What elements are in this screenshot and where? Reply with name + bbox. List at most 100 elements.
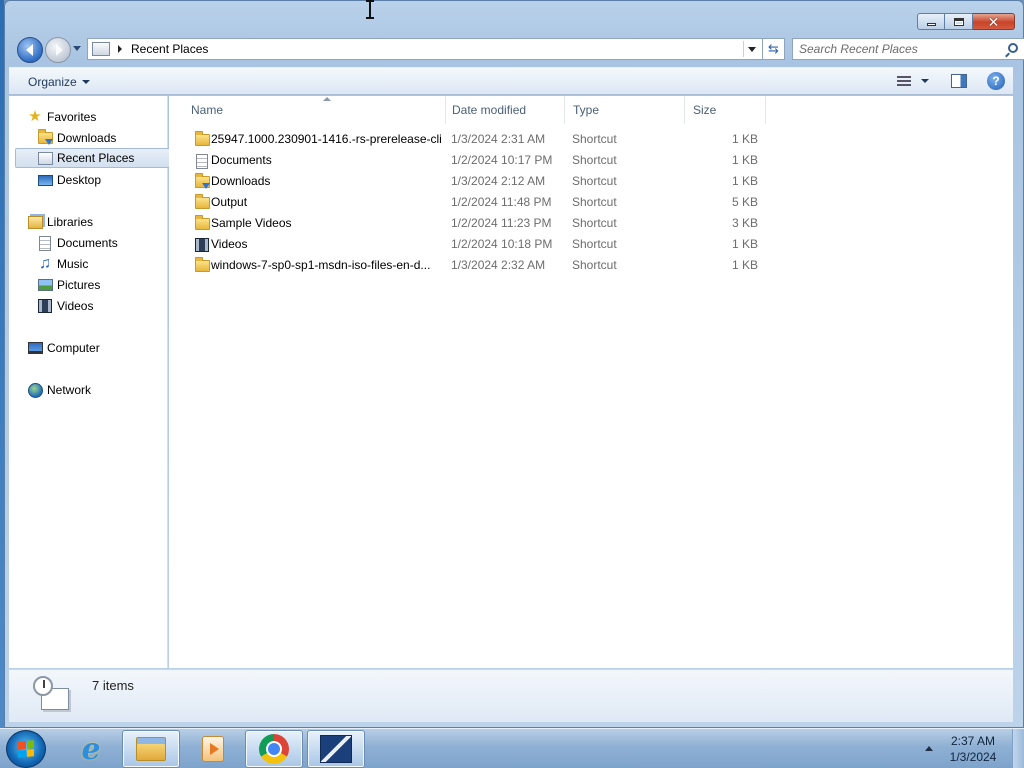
help-glyph: ? xyxy=(992,74,1000,88)
nav-favorites[interactable]: ★ Favorites xyxy=(27,107,96,127)
folder-icon xyxy=(194,215,210,232)
downloads-folder-icon xyxy=(194,173,210,190)
column-header-label: Size xyxy=(693,103,717,117)
nav-network[interactable]: Network xyxy=(27,380,91,400)
star-icon: ★ xyxy=(28,108,42,125)
file-size: 1 KB xyxy=(731,237,758,251)
show-desktop-button[interactable] xyxy=(1012,729,1024,768)
start-button[interactable] xyxy=(6,730,46,768)
file-type: Shortcut xyxy=(572,237,617,251)
back-button[interactable] xyxy=(17,37,43,63)
file-row[interactable]: Output 1/2/2024 11:48 PM Shortcut 5 KB xyxy=(185,192,765,213)
file-name: Output xyxy=(211,195,248,209)
folder-icon xyxy=(194,257,210,274)
nav-item-documents[interactable]: Documents xyxy=(37,233,118,253)
file-date-modified: 1/3/2024 2:32 AM xyxy=(451,258,546,272)
back-arrow-icon xyxy=(25,44,33,56)
breadcrumb-chevron-icon[interactable] xyxy=(118,45,122,53)
file-row[interactable]: windows-7-sp0-sp1-msdn-iso-files-en-d...… xyxy=(185,255,765,276)
nav-item-pictures[interactable]: Pictures xyxy=(37,275,100,295)
refresh-icon: ⇆ xyxy=(768,41,779,56)
nav-item-label: Downloads xyxy=(57,131,117,145)
desktop-icon xyxy=(37,172,53,188)
document-icon xyxy=(194,153,210,169)
file-row[interactable]: Videos 1/2/2024 10:18 PM Shortcut 1 KB xyxy=(185,234,765,255)
file-date-modified: 1/3/2024 2:12 AM xyxy=(451,174,546,188)
column-header-label: Name xyxy=(191,103,224,117)
forward-button[interactable] xyxy=(45,37,71,63)
recent-pages-dropdown[interactable] xyxy=(73,46,81,51)
organize-button[interactable]: Organize xyxy=(28,75,90,89)
pictures-icon xyxy=(37,277,53,293)
file-name: 25947.1000.230901-1416.-rs-prerelease-cl… xyxy=(211,132,443,146)
maximize-button[interactable] xyxy=(945,13,973,30)
recent-places-large-icon xyxy=(31,676,71,716)
help-icon[interactable]: ? xyxy=(987,72,1005,90)
address-dropdown-icon[interactable] xyxy=(748,47,756,52)
refresh-button[interactable]: ⇆ xyxy=(763,38,785,60)
windows-explorer-button[interactable] xyxy=(122,730,180,768)
navigation-row: Recent Places ⇆ xyxy=(17,37,1024,63)
recent-places-icon xyxy=(37,150,53,166)
file-row[interactable]: Documents 1/2/2024 10:17 PM Shortcut 1 KB xyxy=(185,150,765,171)
file-name: windows-7-sp0-sp1-msdn-iso-files-en-d... xyxy=(211,258,431,272)
nav-item-downloads[interactable]: Downloads xyxy=(37,128,116,148)
file-name: Videos xyxy=(211,237,248,251)
file-list-pane: Name Date modified Type Size 25947.1000.… xyxy=(169,96,1013,668)
column-header-type[interactable]: Type xyxy=(565,96,685,124)
caption-buttons: ✕ xyxy=(917,13,1015,30)
address-bar[interactable]: Recent Places xyxy=(87,38,763,60)
nav-item-videos[interactable]: Videos xyxy=(37,296,93,316)
search-icon[interactable] xyxy=(1008,43,1018,53)
show-hidden-icons-icon[interactable] xyxy=(925,746,933,751)
windows-explorer-icon xyxy=(136,737,166,761)
file-size: 5 KB xyxy=(731,195,758,209)
forward-arrow-icon xyxy=(55,44,63,56)
organize-dropdown-icon xyxy=(81,80,90,84)
file-name: Documents xyxy=(211,153,272,167)
media-app-button[interactable] xyxy=(307,730,365,768)
nav-item-label: Desktop xyxy=(57,173,102,187)
nav-computer[interactable]: Computer xyxy=(27,338,100,358)
minimize-button[interactable] xyxy=(917,13,945,30)
chrome-icon xyxy=(259,734,289,764)
views-dropdown-icon[interactable] xyxy=(921,79,929,83)
column-header-name[interactable]: Name xyxy=(183,96,446,124)
system-clock[interactable]: 2:37 AM 1/3/2024 xyxy=(936,733,1010,765)
column-header-label: Type xyxy=(573,103,600,117)
file-date-modified: 1/3/2024 2:31 AM xyxy=(451,132,546,146)
address-text[interactable]: Recent Places xyxy=(131,42,208,56)
media-player-button[interactable] xyxy=(184,730,242,768)
windows-logo-icon xyxy=(18,740,34,758)
video-icon xyxy=(37,298,53,314)
navigation-pane: ★ Favorites Downloads Recent Places Desk… xyxy=(9,96,171,668)
file-row[interactable]: Downloads 1/3/2024 2:12 AM Shortcut 1 KB xyxy=(185,171,765,192)
search-box[interactable] xyxy=(792,38,1024,60)
preview-pane-icon[interactable] xyxy=(951,74,967,88)
file-size: 1 KB xyxy=(731,258,758,272)
file-size: 1 KB xyxy=(731,153,758,167)
close-button[interactable]: ✕ xyxy=(973,13,1015,30)
media-player-icon xyxy=(202,736,224,762)
file-row[interactable]: Sample Videos 1/2/2024 11:23 PM Shortcut 3 … xyxy=(185,213,765,234)
chrome-button[interactable] xyxy=(245,730,303,768)
column-header-label: Date modified xyxy=(452,103,527,117)
file-type: Shortcut xyxy=(572,132,617,146)
file-row[interactable]: 25947.1000.230901-1416.-rs-prerelease-cl… xyxy=(185,129,765,150)
nav-item-desktop[interactable]: Desktop xyxy=(37,170,101,190)
internet-explorer-button[interactable]: e xyxy=(62,730,120,768)
nav-item-music[interactable]: ♫ Music xyxy=(37,254,88,274)
change-view-button[interactable] xyxy=(897,76,929,86)
clock-time: 2:37 AM xyxy=(950,734,996,748)
network-icon xyxy=(27,382,43,398)
file-size: 3 KB xyxy=(731,216,758,230)
nav-libraries[interactable]: Libraries xyxy=(27,212,93,232)
folder-icon xyxy=(194,194,210,211)
column-header-date-modified[interactable]: Date modified xyxy=(444,96,565,124)
nav-libraries-label: Libraries xyxy=(47,215,94,229)
file-name: Downloads xyxy=(211,174,271,188)
search-input[interactable] xyxy=(799,42,999,56)
nav-item-recent-places[interactable]: Recent Places xyxy=(15,148,171,168)
file-type: Shortcut xyxy=(572,216,617,230)
column-header-size[interactable]: Size xyxy=(685,96,766,124)
